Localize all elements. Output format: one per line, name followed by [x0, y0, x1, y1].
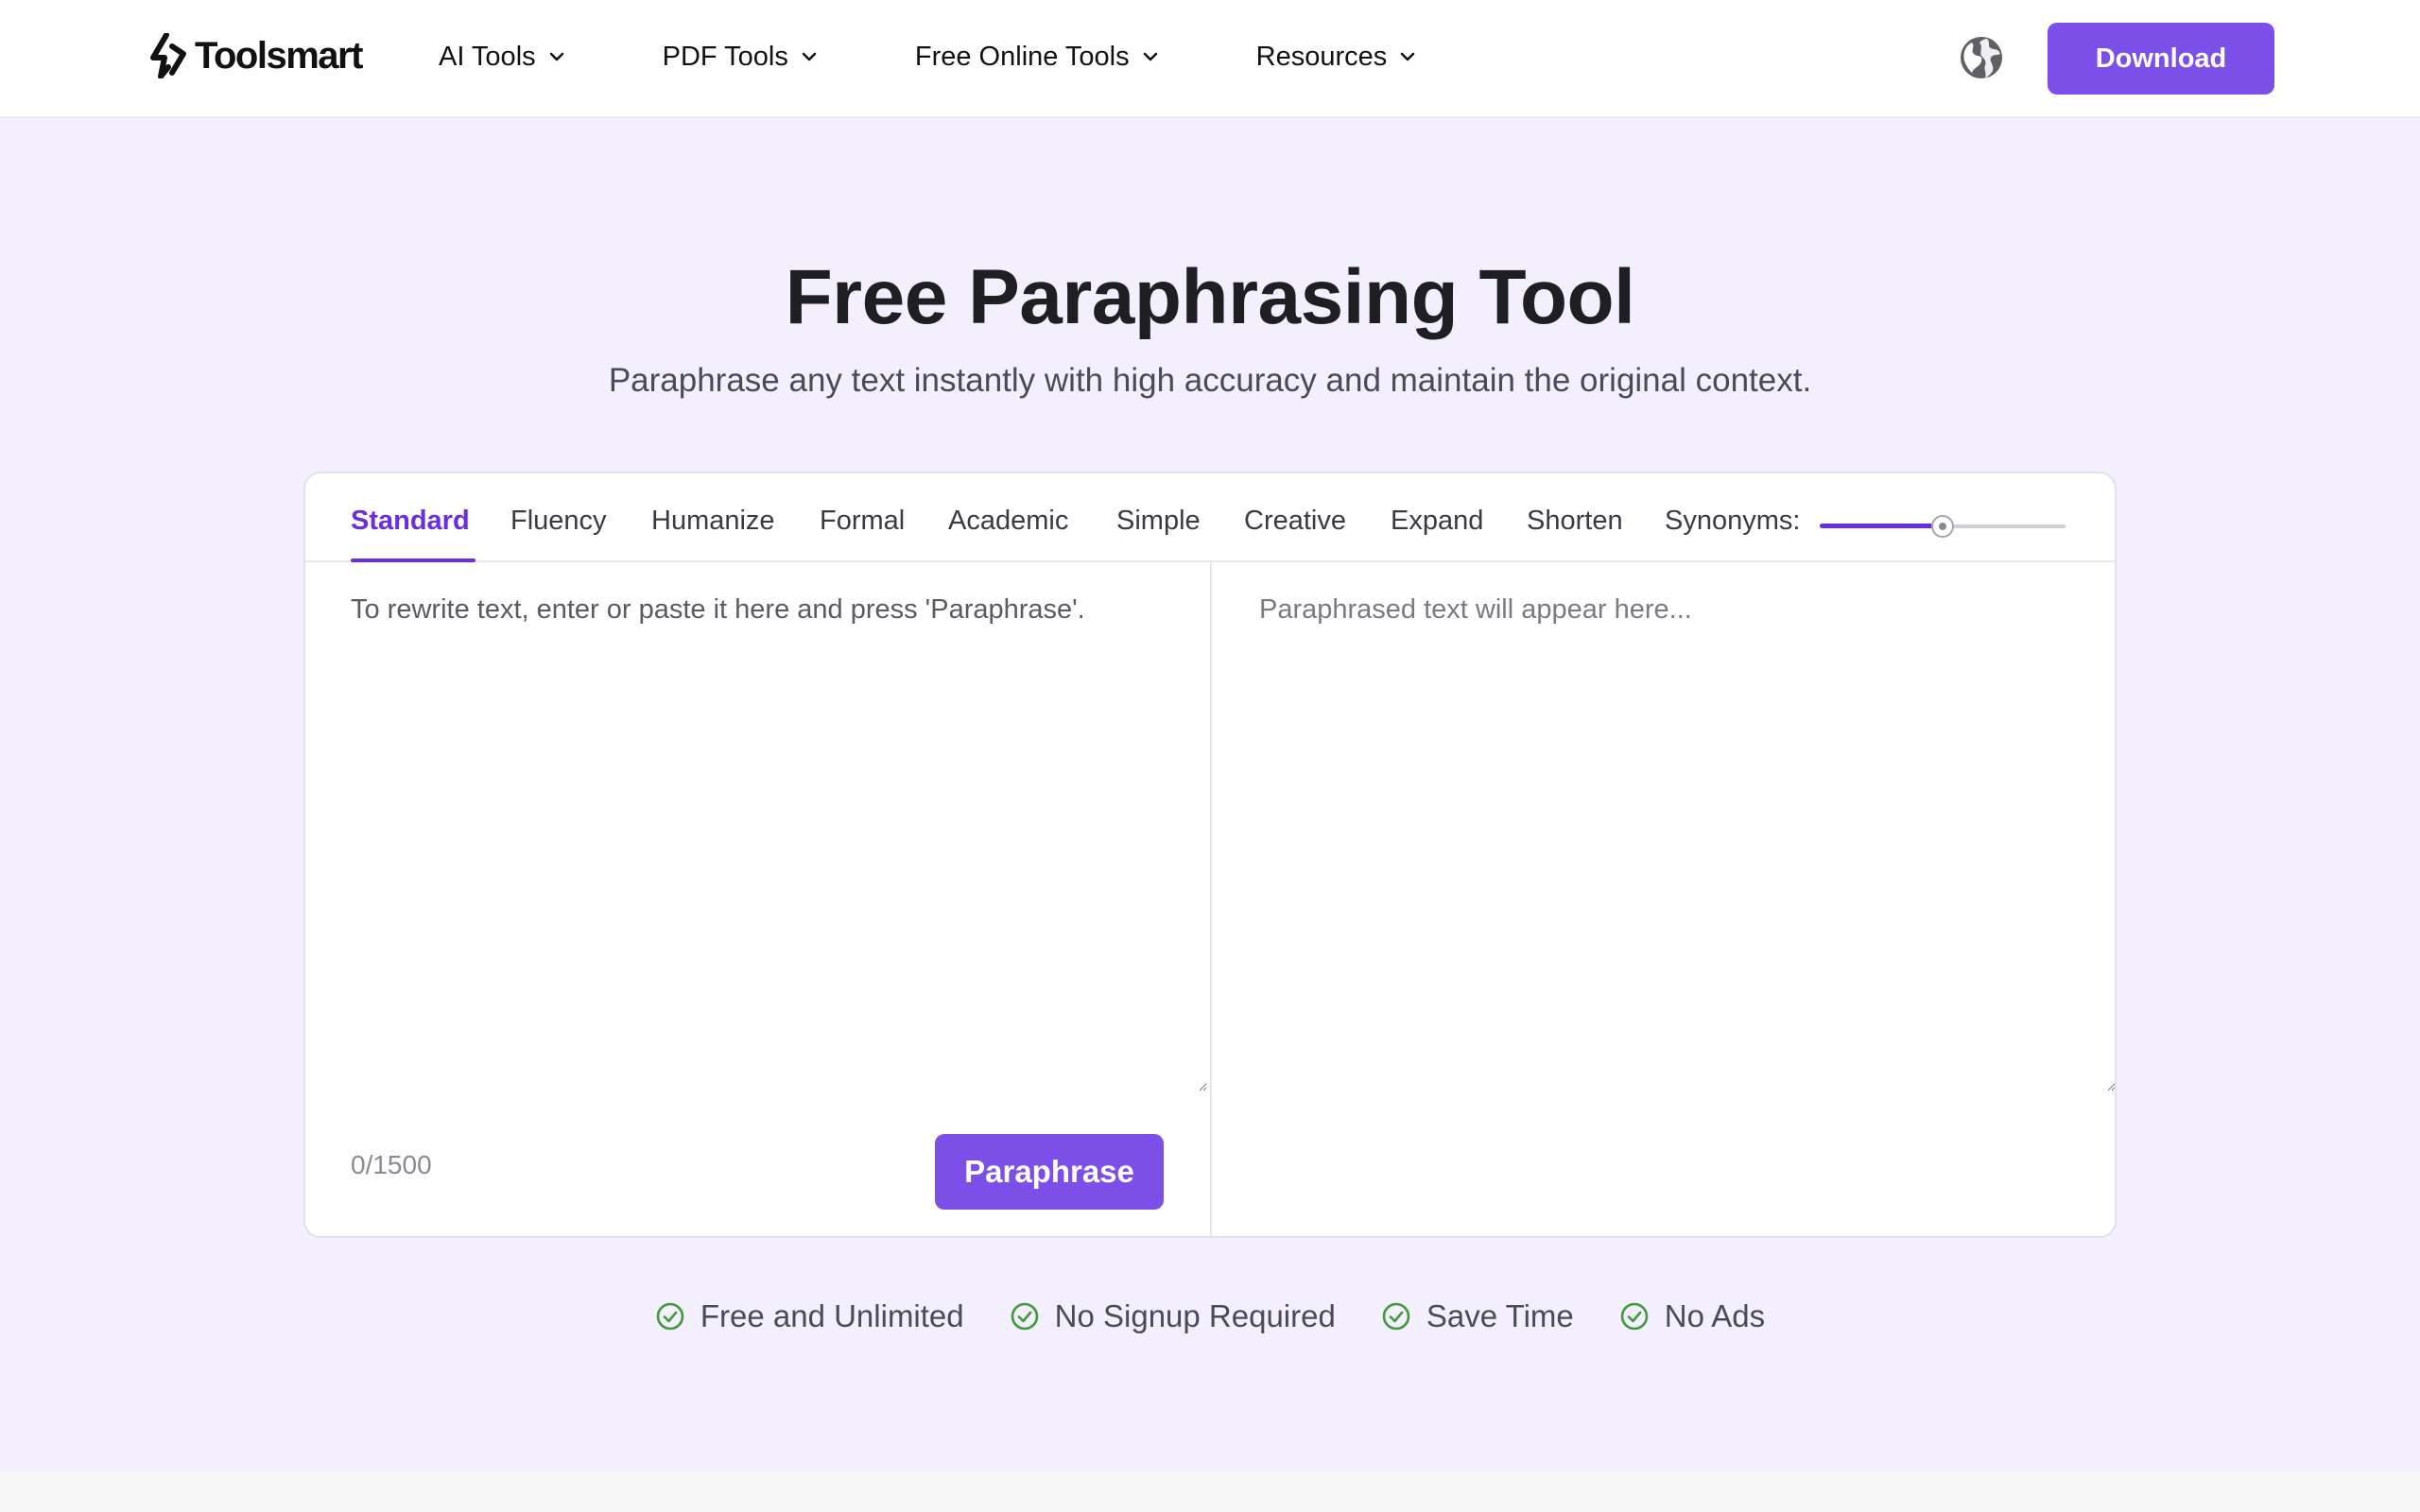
tab-creative[interactable]: Creative [1244, 506, 1346, 562]
feature-label: No Ads [1664, 1298, 1766, 1333]
synonyms-label: Synonyms: [1665, 506, 1801, 536]
tab-simple[interactable]: Simple [1116, 506, 1201, 562]
nav-label: PDF Tools [662, 41, 788, 72]
feature-item: No Signup Required [1010, 1298, 1336, 1334]
page-title: Free Paraphrasing Tool [785, 254, 1635, 340]
tab-standard[interactable]: Standard [351, 506, 475, 562]
feature-item: No Ads [1619, 1298, 1765, 1334]
nav-label: AI Tools [439, 41, 536, 72]
tab-academic[interactable]: Academic [948, 506, 1068, 562]
chevron-down-icon [1401, 52, 1415, 61]
logo-text: Toolsmart [195, 34, 363, 77]
logo[interactable]: Toolsmart [147, 32, 363, 79]
check-circle-icon [1620, 1302, 1649, 1331]
feature-list: Free and Unlimited No Signup Required Sa… [0, 1298, 2420, 1334]
nav-free-online-tools[interactable]: Free Online Tools [915, 36, 1160, 77]
feature-item: Free and Unlimited [655, 1298, 964, 1334]
nav-label: Resources [1255, 41, 1388, 72]
tab-formal[interactable]: Formal [820, 506, 905, 562]
paraphrase-button[interactable]: Paraphrase [935, 1134, 1164, 1210]
main-nav: AI Tools PDF Tools Free Online Tools Res… [439, 36, 1513, 77]
nav-ai-tools[interactable]: AI Tools [439, 36, 566, 77]
tab-shorten[interactable]: Shorten [1527, 506, 1623, 562]
feature-label: No Signup Required [1054, 1298, 1336, 1333]
chevron-down-icon [802, 52, 817, 61]
download-button[interactable]: Download [2048, 23, 2274, 94]
site-header: Toolsmart AI Tools PDF Tools Free Online… [0, 0, 2420, 118]
chevron-down-icon [1143, 52, 1157, 61]
mode-tabs: Standard Fluency Humanize Formal Academi… [305, 473, 2115, 562]
toolsmart-logo-icon [150, 33, 186, 78]
input-pane: 0/1500 Paraphrase [305, 562, 1212, 1236]
feature-label: Free and Unlimited [700, 1298, 964, 1333]
tab-humanize[interactable]: Humanize [651, 506, 775, 562]
footer-strip [0, 1472, 2420, 1512]
paraphrase-card: Standard Fluency Humanize Formal Academi… [303, 472, 2117, 1238]
tab-fluency[interactable]: Fluency [510, 506, 607, 562]
nav-pdf-tools[interactable]: PDF Tools [663, 36, 819, 77]
check-circle-icon [656, 1302, 684, 1331]
tab-expand[interactable]: Expand [1391, 506, 1483, 562]
nav-resources[interactable]: Resources [1256, 36, 1418, 77]
globe-icon[interactable] [1959, 35, 2004, 80]
slider-thumb[interactable] [1931, 515, 1954, 538]
character-counter: 0/1500 [351, 1150, 432, 1179]
feature-item: Save Time [1381, 1298, 1574, 1334]
output-pane [1214, 562, 2115, 1236]
slider-fill [1820, 524, 1943, 528]
chevron-down-icon [549, 52, 563, 61]
output-textarea[interactable] [1259, 591, 2115, 1091]
input-textarea[interactable] [351, 591, 1207, 1091]
check-circle-icon [1382, 1302, 1410, 1331]
check-circle-icon [1011, 1302, 1038, 1331]
page-subtitle: Paraphrase any text instantly with high … [608, 362, 1812, 399]
synonyms-slider[interactable] [1820, 515, 2066, 538]
nav-label: Free Online Tools [914, 41, 1130, 72]
feature-label: Save Time [1426, 1298, 1574, 1333]
